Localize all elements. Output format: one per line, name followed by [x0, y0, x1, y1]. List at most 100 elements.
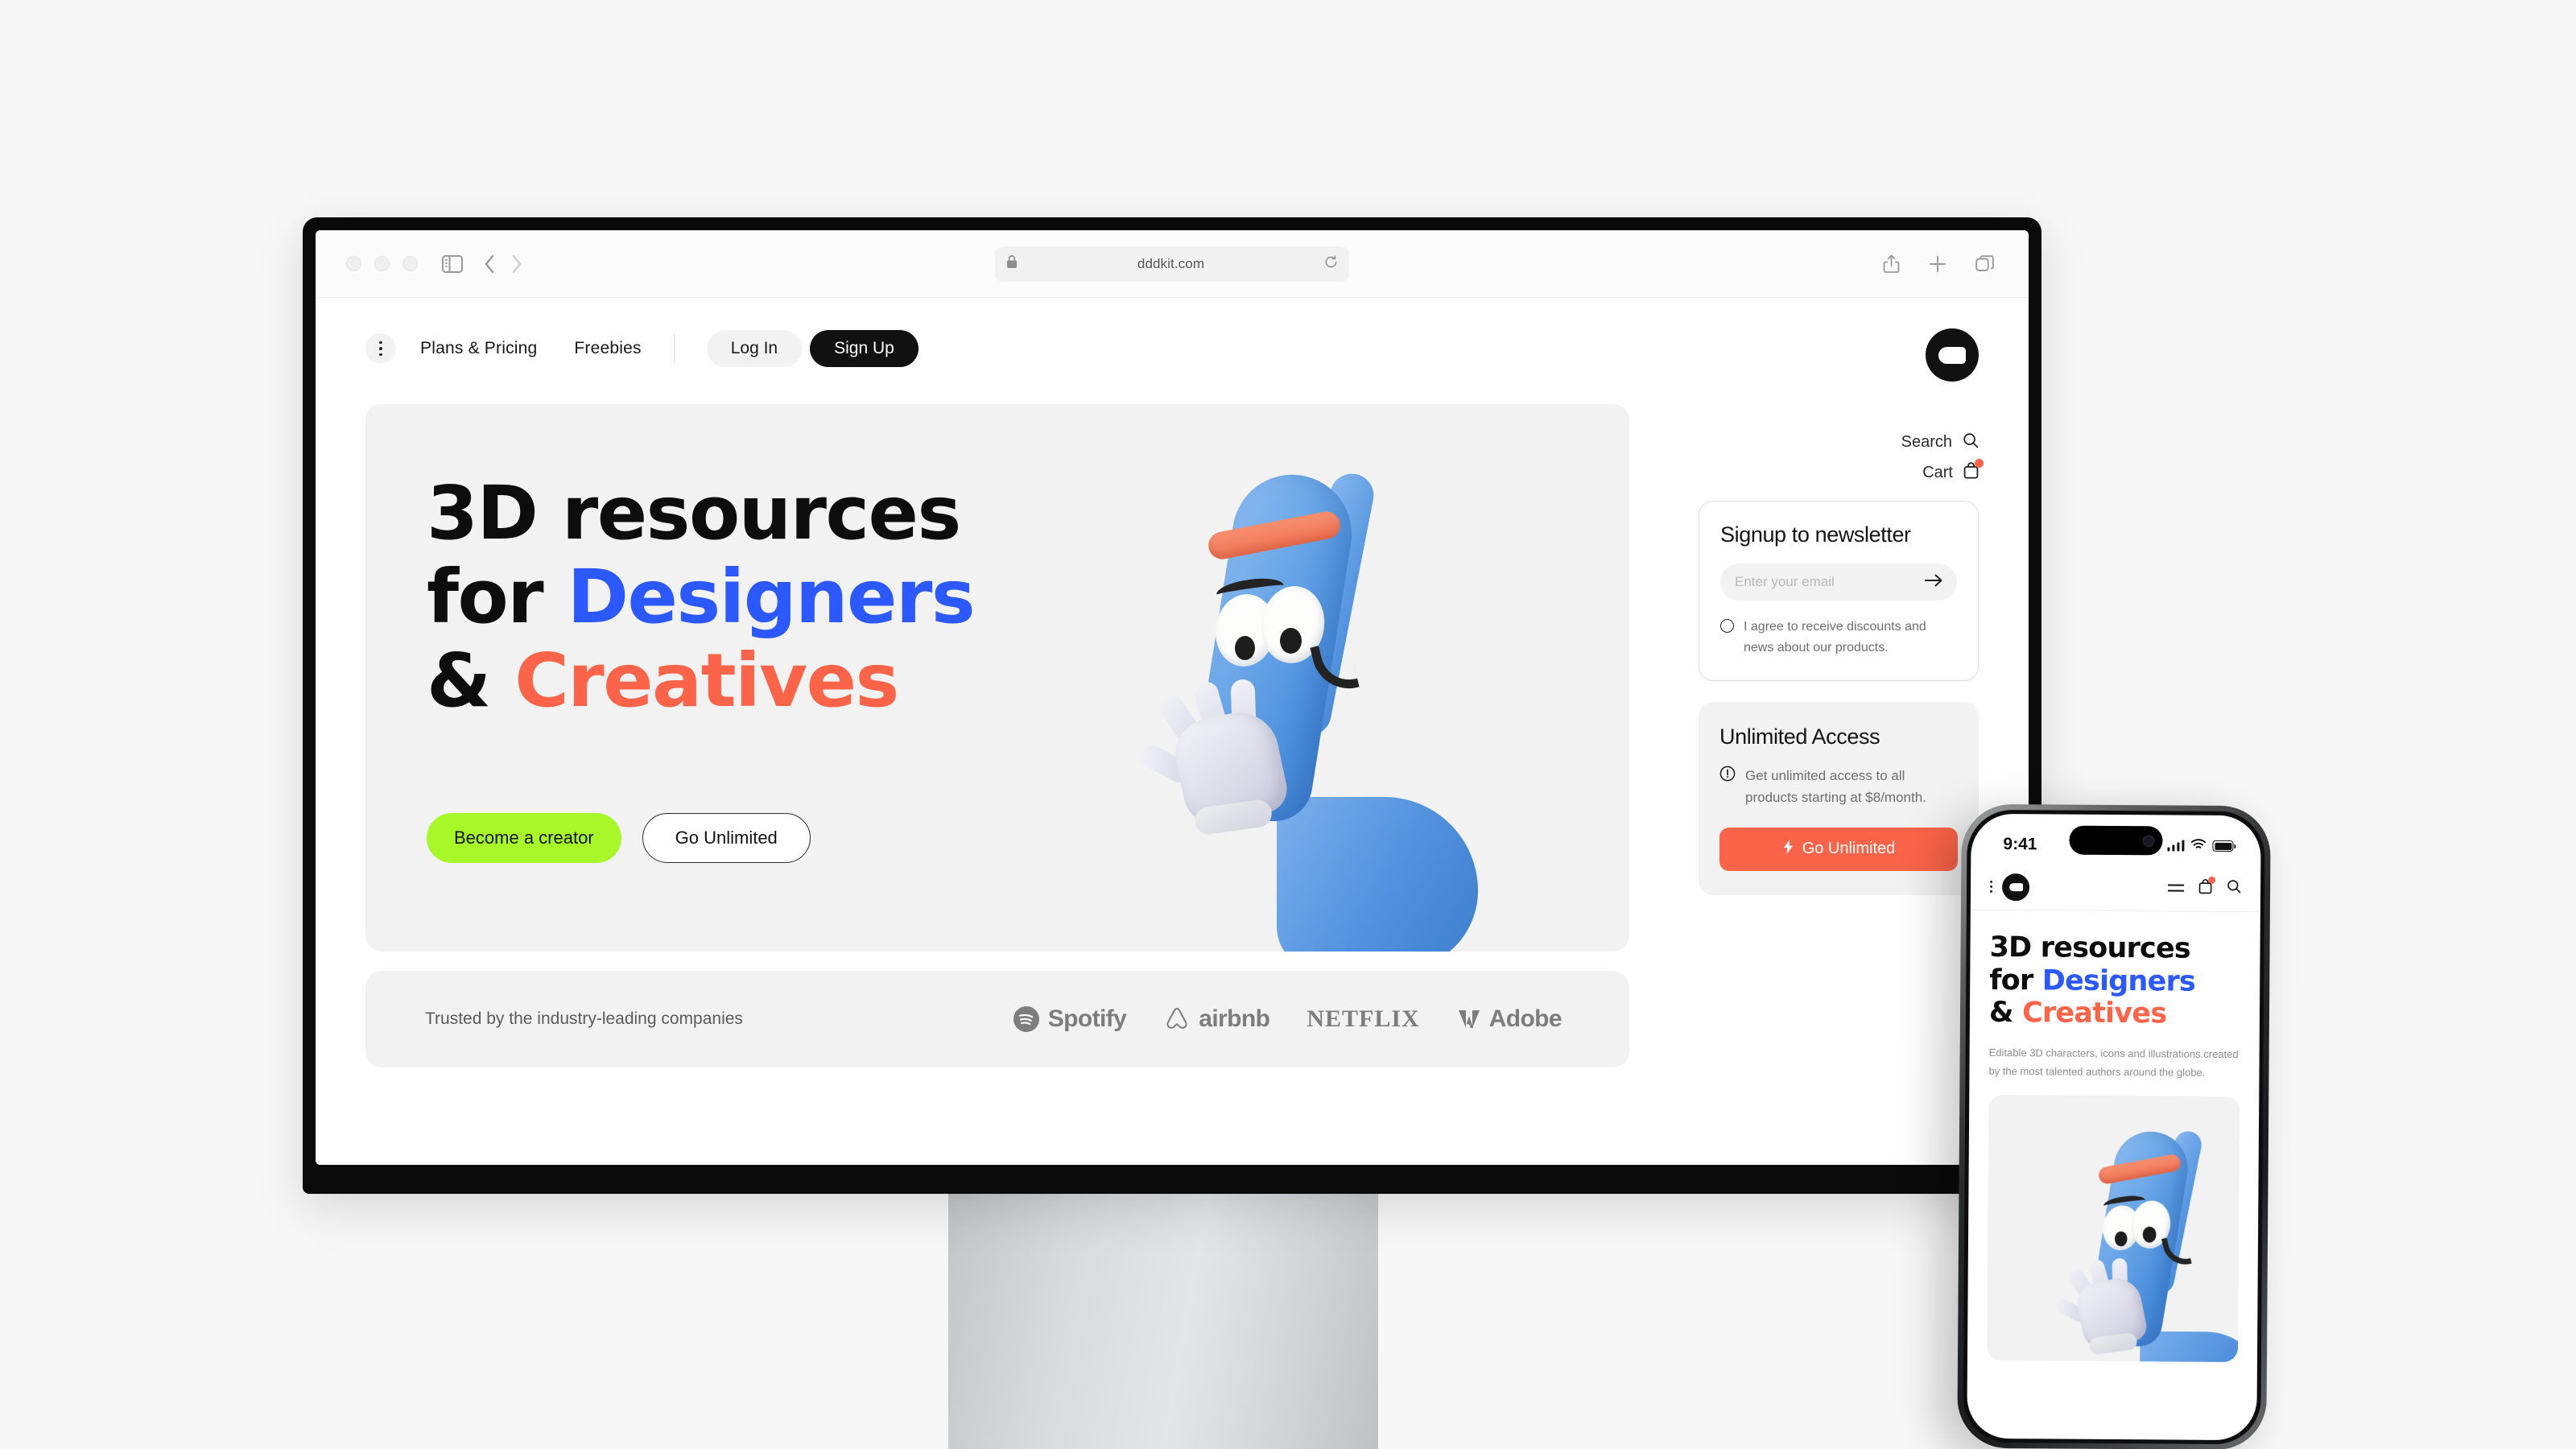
spotify-logo: Spotify [1013, 1005, 1127, 1033]
dynamic-island [2069, 825, 2163, 856]
browser-toolbar: dddkit.com [316, 230, 2029, 298]
sidebar-cards: Signup to newsletter I agree to receive … [1699, 501, 1979, 895]
battery-icon [2212, 840, 2234, 852]
nav-link-freebies[interactable]: Freebies [574, 339, 641, 358]
minimize-window-button[interactable] [374, 256, 390, 271]
unlimited-description: Get unlimited access to all products sta… [1745, 768, 1926, 805]
hero-cta-row: Become a creator Go Unlimited [427, 813, 811, 863]
trusted-by-section: Trusted by the industry-leading companie… [365, 971, 1629, 1067]
login-button[interactable]: Log In [706, 330, 803, 367]
phone-nav-actions [2168, 876, 2241, 898]
go-unlimited-cta-button[interactable]: Go Unlimited [1719, 827, 1958, 871]
address-bar[interactable]: dddkit.com [995, 246, 1349, 282]
mobile-phone-mockup: 9:41 3D resources for Designers & Creati… [1957, 803, 2271, 1449]
website-page: Plans & Pricing Freebies Log In Sign Up … [316, 298, 2029, 1165]
headline-line-2-plain: for [427, 553, 568, 640]
cart-badge [1975, 459, 1984, 468]
headline-line-1: 3D resources [427, 470, 961, 556]
shopping-bag-icon[interactable] [2198, 876, 2216, 898]
tab-overview-icon[interactable] [1975, 254, 1995, 273]
newsletter-card: Signup to newsletter I agree to receive … [1699, 501, 1979, 682]
headline-line-3-accent: Creatives [514, 637, 899, 724]
phone-headline-line-3-plain: & [1988, 997, 2023, 1030]
kebab-menu-icon[interactable] [365, 333, 396, 364]
dddkit-logo[interactable] [2001, 873, 2030, 901]
email-field[interactable] [1735, 574, 1925, 590]
phone-hero: 3D resources for Designers & Creatives E… [1967, 910, 2260, 1363]
cellular-bars-icon [2167, 840, 2185, 852]
search-label: Search [1901, 432, 1952, 451]
monitor-screen: dddkit.com Plans & Pricing Freebies Log … [316, 230, 2029, 1165]
adobe-logo: Adobe [1457, 1005, 1563, 1033]
phone-page-title: 3D resources for Designers & Creatives [1989, 931, 2241, 1031]
unlimited-access-title: Unlimited Access [1719, 724, 1880, 749]
arrow-right-icon[interactable] [1925, 574, 1942, 591]
adobe-wordmark: Adobe [1488, 1005, 1563, 1032]
unlimited-access-card: Unlimited Access Get unlimited access to… [1699, 702, 1979, 895]
browser-actions [1883, 254, 2004, 274]
nav-link-plans-pricing[interactable]: Plans & Pricing [420, 339, 537, 358]
character-pupil-right [1280, 628, 1302, 654]
trusted-by-label: Trusted by the industry-leading companie… [425, 1009, 743, 1028]
headline-line-3-plain: & [427, 637, 515, 724]
info-circle-icon [1719, 766, 1736, 786]
phone-screen: 9:41 3D resources for Designers & Creati… [1967, 813, 2261, 1441]
newsletter-title: Signup to newsletter [1720, 522, 1911, 547]
close-window-button[interactable] [346, 256, 361, 271]
spotify-wordmark: Spotify [1047, 1005, 1127, 1032]
plus-icon[interactable] [1929, 255, 1946, 273]
hero-section: 3D resources for Designers & Creatives B… [365, 404, 1629, 952]
search-icon[interactable] [2227, 879, 2241, 898]
go-unlimited-cta-label: Go Unlimited [1802, 840, 1896, 858]
newsletter-form[interactable] [1720, 564, 1957, 601]
chevron-left-icon[interactable] [484, 254, 495, 274]
hamburger-icon[interactable] [2168, 884, 2185, 892]
desktop-monitor: dddkit.com Plans & Pricing Freebies Log … [303, 217, 2041, 1194]
newsletter-consent-row[interactable]: I agree to receive discounts and news ab… [1720, 617, 1957, 658]
cart-action[interactable]: Cart [1901, 457, 1984, 488]
sidebar-toggle-icon[interactable] [442, 254, 463, 273]
netflix-wordmark: NETFLIX [1307, 1005, 1420, 1032]
site-navbar: Plans & Pricing Freebies Log In Sign Up [365, 298, 1979, 399]
character-leg [1277, 797, 1478, 952]
phone-navbar [1970, 863, 2261, 913]
shopping-bag-icon[interactable] [1963, 459, 1984, 483]
chevron-right-icon[interactable] [511, 254, 522, 274]
consent-label: I agree to receive discounts and news ab… [1744, 620, 1926, 654]
cart-badge [2208, 876, 2216, 884]
phone-bezel: 9:41 3D resources for Designers & Creati… [1963, 809, 2265, 1445]
phone-status-bar: 9:41 [1971, 814, 2260, 866]
phone-clock: 9:41 [2003, 835, 2037, 854]
nav-divider [673, 335, 675, 362]
window-traffic-lights[interactable] [346, 256, 418, 271]
page-title: 3D resources for Designers & Creatives [427, 470, 976, 724]
dddkit-logo[interactable] [1926, 328, 1979, 382]
consent-radio[interactable] [1720, 619, 1734, 633]
blue-3d-character-illustration [2015, 1116, 2240, 1363]
lock-icon [1006, 254, 1018, 273]
become-a-creator-button[interactable]: Become a creator [427, 813, 621, 863]
scene: dddkit.com Plans & Pricing Freebies Log … [0, 0, 2576, 1449]
front-camera-icon [2142, 834, 2155, 847]
signup-button[interactable]: Sign Up [810, 330, 919, 367]
cart-label: Cart [1922, 463, 1953, 481]
reload-icon[interactable] [1324, 254, 1338, 273]
wifi-icon [2190, 838, 2207, 853]
utility-nav: Search Cart [1901, 427, 1984, 488]
phone-illustration-card [1986, 1095, 2240, 1363]
share-icon[interactable] [1883, 254, 1900, 274]
monitor-stand [948, 1194, 1378, 1449]
character-pupil-left [1235, 636, 1255, 660]
search-icon[interactable] [1963, 432, 1979, 452]
maximize-window-button[interactable] [402, 256, 418, 271]
phone-headline-line-2-plain: for [1989, 964, 2042, 997]
url-text: dddkit.com [1137, 255, 1205, 271]
unlimited-description-row: Get unlimited access to all products sta… [1719, 766, 1958, 808]
go-unlimited-button[interactable]: Go Unlimited [642, 813, 811, 863]
phone-status-icons [2167, 838, 2234, 854]
blue-3d-character-illustration [1074, 451, 1492, 952]
search-action[interactable]: Search [1901, 427, 1979, 457]
kebab-menu-icon[interactable] [1990, 880, 1993, 893]
headline-line-2-accent: Designers [567, 553, 976, 640]
phone-headline-line-1: 3D resources [1989, 931, 2191, 965]
